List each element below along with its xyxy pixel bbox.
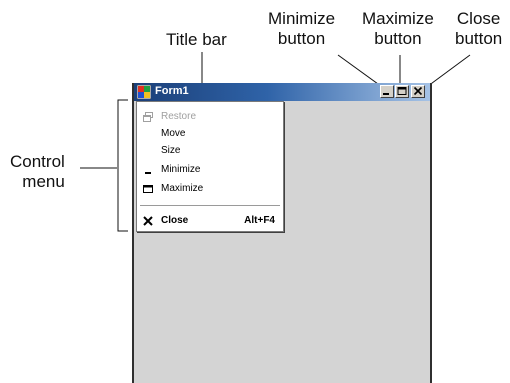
control-callout-line1: Control [10,152,65,171]
maximize-button-callout: Maximize button [362,9,434,49]
menu-separator [140,205,280,207]
restore-icon [142,111,154,123]
form-window: Form1 Restore Move Size Minimize Maximiz… [132,83,432,383]
control-menu: Restore Move Size Minimize Maximize Clos… [136,101,284,232]
close-button[interactable] [411,85,425,98]
close-icon [413,86,423,96]
maximize-icon [142,183,154,195]
close-button-callout: Close button [455,9,502,49]
menu-item-label: Restore [161,111,197,122]
menu-item-shortcut: Alt+F4 [244,215,275,226]
title-bar-callout-text: Title bar [166,30,227,49]
menu-item-move[interactable]: Move [137,125,283,143]
application-icon[interactable] [137,85,151,99]
menu-item-minimize[interactable]: Minimize [137,161,283,179]
menu-item-label: Maximize [161,183,204,194]
menu-item-close[interactable]: Close Alt+F4 [137,212,283,230]
close-callout-line1: Close [456,9,501,28]
menu-item-label: Size [161,145,181,156]
menu-item-label: Minimize [161,164,201,175]
menu-item-restore[interactable]: Restore [137,108,283,126]
maximize-callout-line1: Maximize [362,9,434,28]
maximize-icon [397,87,407,95]
control-menu-callout: Control menu [10,152,65,192]
menu-item-maximize[interactable]: Maximize [137,180,283,198]
control-menu-bracket [117,99,128,232]
menu-item-size[interactable]: Size [137,142,283,160]
minimize-button-callout: Minimize button [268,9,335,49]
menu-item-label: Close [161,215,189,226]
minimize-icon [383,93,389,95]
title-bar-callout: Title bar [166,30,227,50]
title-bar[interactable]: Form1 [134,83,430,101]
close-callout-line2: button [455,29,503,48]
menu-item-label: Move [161,128,186,139]
maximize-button[interactable] [395,85,409,98]
minimize-icon [142,164,154,176]
window-title: Form1 [155,85,189,97]
maximize-callout-line2: button [374,29,422,48]
control-callout-line2: menu [22,172,65,191]
minimize-callout-line2: button [277,29,326,48]
close-icon [142,215,154,227]
minimize-button[interactable] [380,85,394,98]
minimize-callout-line1: Minimize [268,9,336,28]
